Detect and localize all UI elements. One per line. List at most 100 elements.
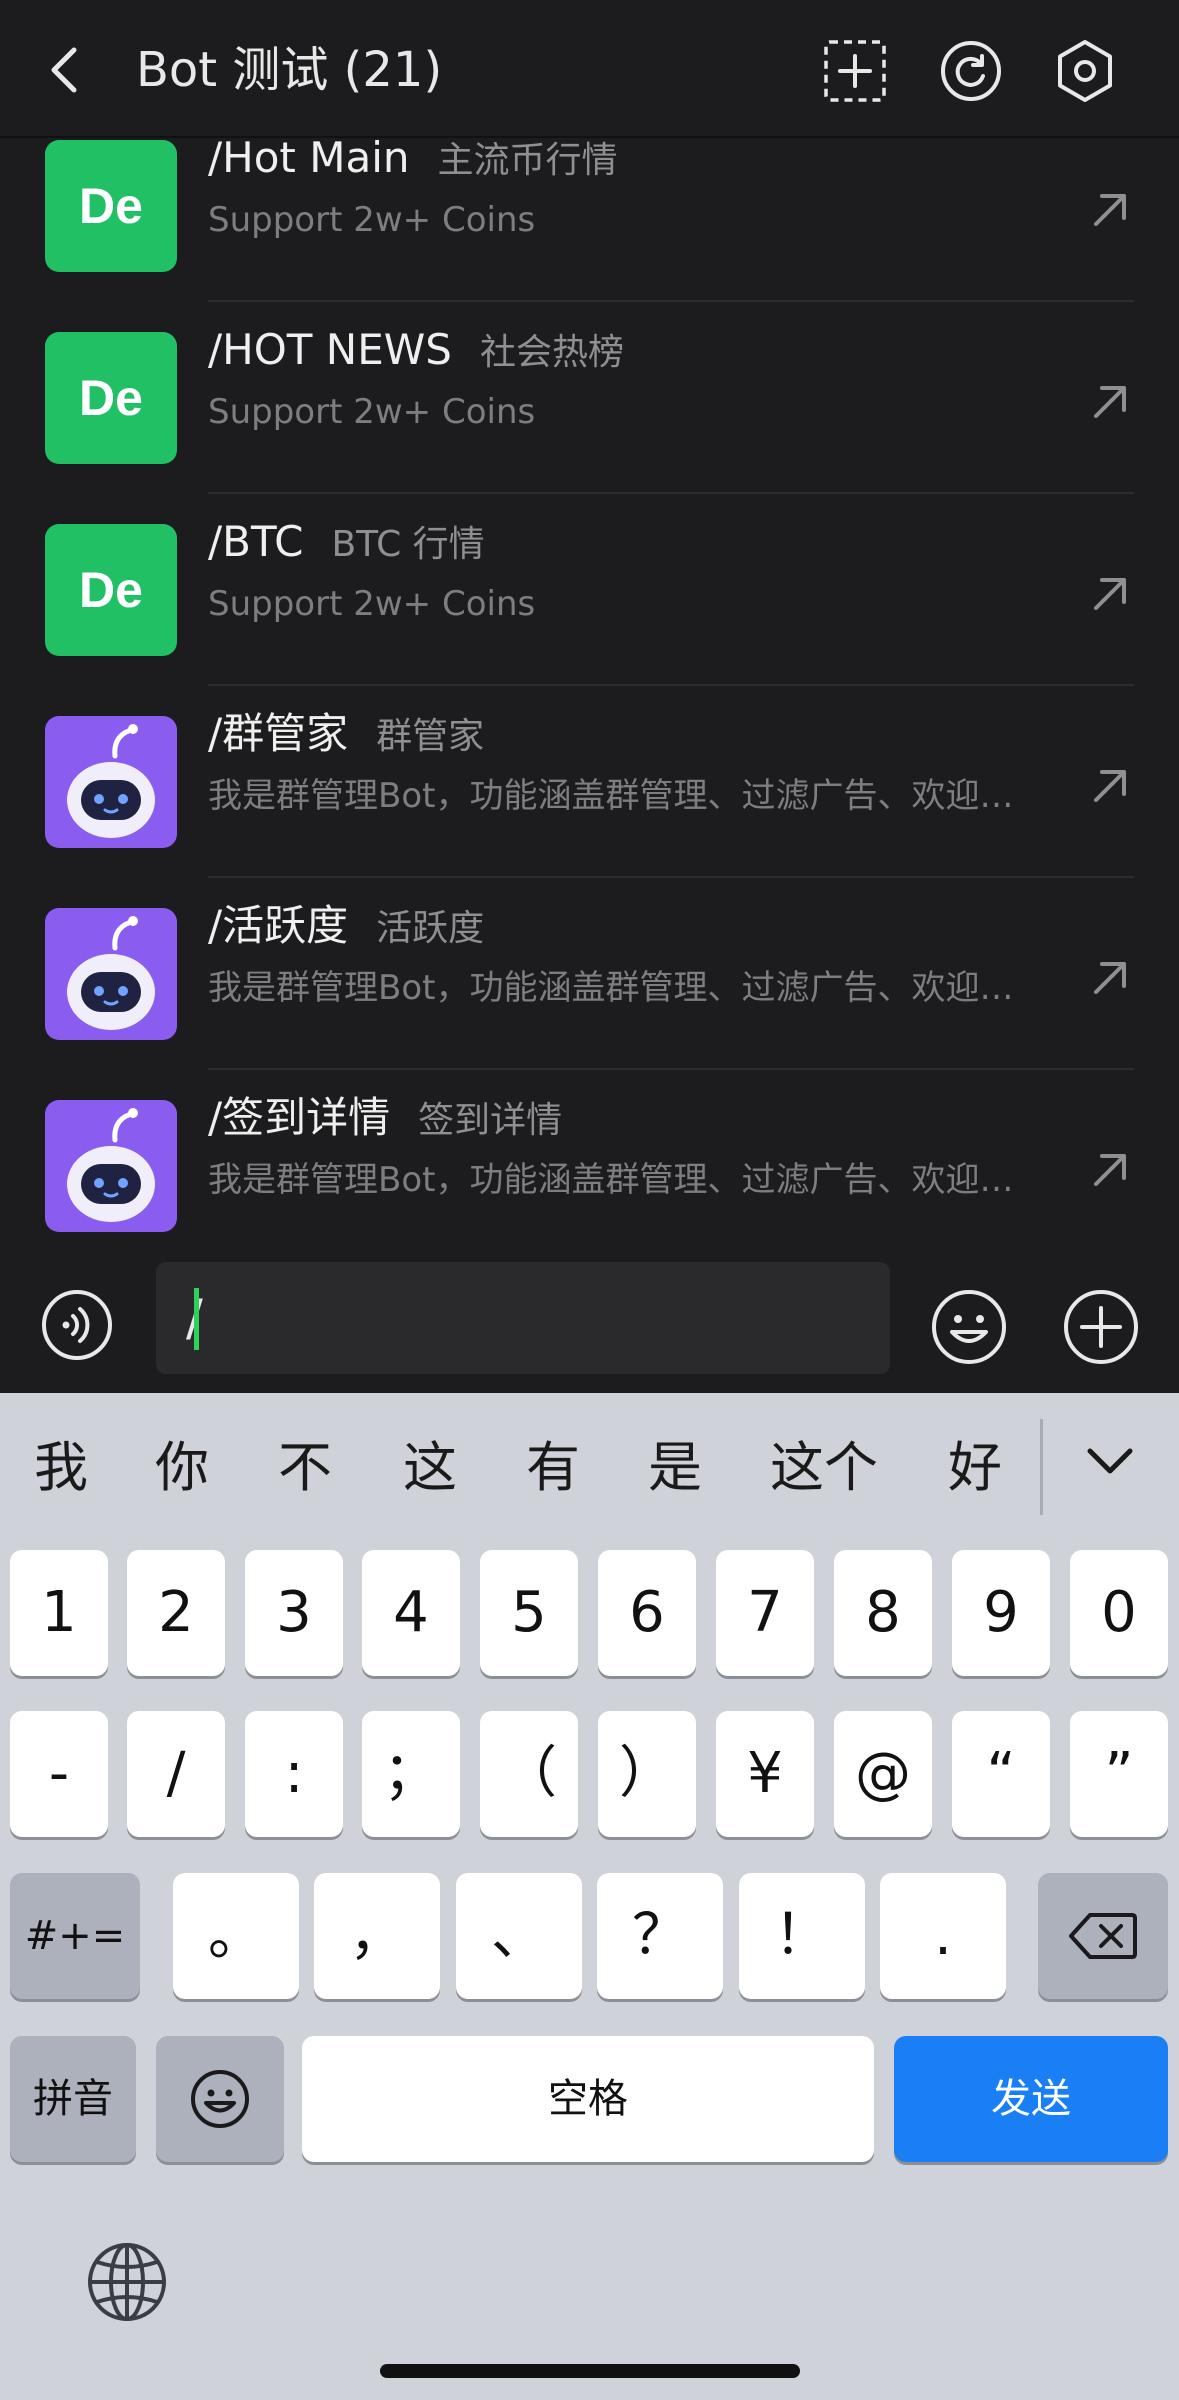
candidate-word[interactable]: 这个 xyxy=(770,1433,878,1503)
key-comma-cn[interactable]: ， xyxy=(314,1873,440,1999)
arrow-up-right-icon[interactable] xyxy=(1088,764,1132,808)
robot-avatar-icon xyxy=(67,916,155,1030)
bot-name: 活跃度 xyxy=(376,908,485,949)
bot-command-item[interactable]: De /BTC BTC 行情 Support 2w+ Coins xyxy=(0,494,1179,686)
send-key[interactable]: 发送 xyxy=(894,2036,1168,2162)
key-5[interactable]: 5 xyxy=(480,1550,578,1676)
arrow-up-right-icon[interactable] xyxy=(1088,188,1132,232)
bot-name: 群管家 xyxy=(376,716,485,757)
candidate-word[interactable]: 好 xyxy=(948,1433,1002,1503)
key-at[interactable]: @ xyxy=(834,1711,932,1837)
globe-icon[interactable] xyxy=(84,2239,170,2325)
bot-avatar xyxy=(45,908,177,1040)
candidate-word[interactable]: 不 xyxy=(278,1433,332,1503)
text-caret xyxy=(194,1288,199,1350)
space-key[interactable]: 空格 xyxy=(302,2036,874,2162)
arrow-up-right-icon[interactable] xyxy=(1088,1148,1132,1192)
back-button[interactable] xyxy=(40,40,90,100)
candidate-bar: 我 你 不 这 有 是 这个 好 xyxy=(0,1393,1179,1543)
pinyin-switch-key[interactable]: 拼音 xyxy=(10,2036,136,2162)
refresh-icon xyxy=(941,41,1001,101)
key-hyphen[interactable]: - xyxy=(10,1711,108,1837)
bot-command: /群管家 xyxy=(208,709,349,758)
more-symbols-key[interactable]: #+= xyxy=(10,1873,140,1999)
key-7[interactable]: 7 xyxy=(716,1550,814,1676)
message-input-bar: / xyxy=(0,1248,1179,1393)
robot-avatar-icon xyxy=(67,724,155,838)
bot-name: BTC 行情 xyxy=(331,524,485,565)
backspace-key[interactable] xyxy=(1038,1873,1168,1999)
bot-command-item[interactable]: De /Hot Main 主流币行情 Support 2w+ Coins xyxy=(0,138,1179,302)
key-9[interactable]: 9 xyxy=(952,1550,1050,1676)
key-yen[interactable]: ¥ xyxy=(716,1711,814,1837)
home-indicator[interactable] xyxy=(380,2364,800,2378)
arrow-up-right-icon[interactable] xyxy=(1088,380,1132,424)
settings-button[interactable] xyxy=(1052,38,1118,104)
robot-avatar-icon xyxy=(67,1108,155,1222)
key-exclaim[interactable]: ！ xyxy=(739,1873,865,1999)
bot-avatar xyxy=(45,716,177,848)
bot-command-list: De /Hot Main 主流币行情 Support 2w+ Coins De /… xyxy=(0,138,1179,1248)
bot-avatar: De xyxy=(45,140,177,272)
voice-icon xyxy=(42,1290,112,1360)
bot-command: /活跃度 xyxy=(208,901,349,950)
emoji-icon xyxy=(191,2070,249,2128)
bot-description: 我是群管理Bot，功能涵盖群管理、过滤广告、欢迎新成员等 xyxy=(208,1160,1028,1200)
bot-command-item[interactable]: De /HOT NEWS 社会热榜 Support 2w+ Coins xyxy=(0,302,1179,494)
key-left-paren[interactable]: （ xyxy=(480,1711,578,1837)
emoji-icon xyxy=(932,1290,1006,1364)
chevron-down-icon[interactable] xyxy=(1080,1431,1140,1491)
key-3[interactable]: 3 xyxy=(245,1550,343,1676)
more-button[interactable] xyxy=(1062,1288,1140,1366)
backspace-icon xyxy=(1069,1913,1137,1959)
voice-button[interactable] xyxy=(40,1288,114,1362)
bot-name: 签到详情 xyxy=(418,1100,563,1141)
bot-avatar: De xyxy=(45,524,177,656)
add-box-icon xyxy=(824,40,886,102)
key-2[interactable]: 2 xyxy=(127,1550,225,1676)
key-colon[interactable]: : xyxy=(245,1711,343,1837)
key-semicolon[interactable]: ； xyxy=(362,1711,460,1837)
candidate-word[interactable]: 你 xyxy=(155,1433,209,1503)
key-4[interactable]: 4 xyxy=(362,1550,460,1676)
emoji-key[interactable] xyxy=(156,2036,284,2162)
key-question[interactable]: ？ xyxy=(597,1873,723,1999)
bot-command-item[interactable]: /群管家 群管家 我是群管理Bot，功能涵盖群管理、过滤广告、欢迎新成员等 xyxy=(0,686,1179,878)
message-input[interactable]: / xyxy=(156,1262,890,1374)
key-right-paren[interactable]: ） xyxy=(598,1711,696,1837)
key-8[interactable]: 8 xyxy=(834,1550,932,1676)
bot-command-item[interactable]: /活跃度 活跃度 我是群管理Bot，功能涵盖群管理、过滤广告、欢迎新成员等 xyxy=(0,878,1179,1070)
bot-command: /BTC xyxy=(208,517,304,566)
bot-name: 主流币行情 xyxy=(437,140,618,181)
bot-description: 我是群管理Bot，功能涵盖群管理、过滤广告、欢迎新成员等 xyxy=(208,776,1028,816)
bot-description: Support 2w+ Coins xyxy=(208,392,536,432)
bot-command: /签到详情 xyxy=(208,1093,391,1142)
key-period-cn[interactable]: 。 xyxy=(173,1873,299,1999)
key-1[interactable]: 1 xyxy=(10,1550,108,1676)
bot-command-item[interactable]: /签到详情 签到详情 我是群管理Bot，功能涵盖群管理、过滤广告、欢迎新成员等 xyxy=(0,1070,1179,1248)
candidate-word[interactable]: 这 xyxy=(403,1433,457,1503)
key-left-quote[interactable]: “ xyxy=(952,1711,1050,1837)
arrow-up-right-icon[interactable] xyxy=(1088,956,1132,1000)
arrow-up-right-icon[interactable] xyxy=(1088,572,1132,616)
bot-avatar xyxy=(45,1100,177,1232)
divider xyxy=(1040,1419,1043,1515)
emoji-button[interactable] xyxy=(930,1288,1008,1366)
chat-title: Bot 测试 (21) xyxy=(136,42,443,98)
add-box-button[interactable] xyxy=(822,38,888,104)
candidate-word[interactable]: 我 xyxy=(34,1433,88,1503)
pinyin-keyboard: 我 你 不 这 有 是 这个 好 1 2 3 4 5 6 7 8 9 0 - /… xyxy=(0,1393,1179,2400)
chat-header: Bot 测试 (21) xyxy=(0,0,1179,138)
chevron-left-icon xyxy=(51,47,77,93)
candidate-word[interactable]: 有 xyxy=(526,1433,580,1503)
key-enum-comma[interactable]: 、 xyxy=(456,1873,582,1999)
bot-name: 社会热榜 xyxy=(479,332,624,373)
refresh-button[interactable] xyxy=(938,38,1004,104)
bot-description: 我是群管理Bot，功能涵盖群管理、过滤广告、欢迎新成员等 xyxy=(208,968,1028,1008)
key-6[interactable]: 6 xyxy=(598,1550,696,1676)
key-dot[interactable]: . xyxy=(880,1873,1006,1999)
candidate-word[interactable]: 是 xyxy=(648,1433,702,1503)
key-right-quote[interactable]: ” xyxy=(1070,1711,1168,1837)
key-0[interactable]: 0 xyxy=(1070,1550,1168,1676)
key-slash[interactable]: / xyxy=(127,1711,225,1837)
